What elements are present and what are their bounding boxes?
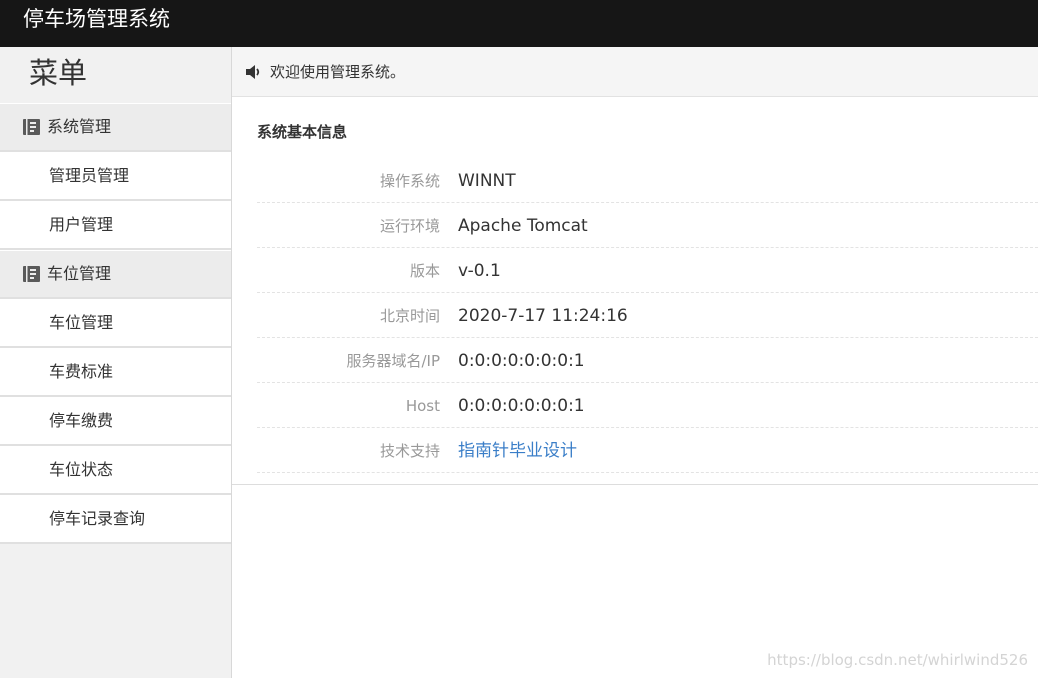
info-value: 0:0:0:0:0:0:0:1 — [458, 396, 585, 416]
book-icon — [23, 266, 40, 282]
info-row-os: 操作系统 WINNT — [257, 158, 1038, 203]
sidebar-item-label: 停车缴费 — [49, 411, 114, 430]
info-label: 技术支持 — [379, 442, 440, 460]
info-label: 服务器域名/IP — [346, 352, 440, 370]
info-value: Apache Tomcat — [458, 216, 588, 236]
watermark: https://blog.csdn.net/whirlwind526 — [767, 651, 1028, 669]
info-row-runtime: 运行环境 Apache Tomcat — [257, 203, 1038, 248]
system-info-table: 操作系统 WINNT 运行环境 Apache Tomcat 版本 v-0.1 北… — [257, 158, 1038, 473]
sidebar-group-label: 系统管理 — [47, 117, 112, 136]
sidebar-item-label: 车费标准 — [49, 362, 114, 381]
welcome-message: 欢迎使用管理系统。 — [270, 63, 406, 81]
sidebar-item-parking-payment[interactable]: 停车缴费 — [0, 397, 231, 446]
sidebar-group-label: 车位管理 — [47, 264, 112, 283]
sidebar-item-fee-standard[interactable]: 车费标准 — [0, 348, 231, 397]
sidebar-item-parking-space-management[interactable]: 车位管理 — [0, 299, 231, 348]
info-row-host: Host 0:0:0:0:0:0:0:1 — [257, 383, 1038, 428]
sidebar-item-label: 车位状态 — [49, 460, 114, 479]
welcome-bar: 欢迎使用管理系统。 — [232, 47, 1038, 97]
book-icon — [23, 119, 40, 135]
info-label: 运行环境 — [379, 217, 440, 235]
sidebar-item-parking-records[interactable]: 停车记录查询 — [0, 495, 231, 544]
sidebar: 菜单 系统管理 管理员管理 用户管理 车位管理 车位管理 车费标准 停车缴费 车… — [0, 47, 232, 678]
info-label: 操作系统 — [379, 172, 440, 190]
info-row-tech-support: 技术支持 指南针毕业设计 — [257, 428, 1038, 473]
info-value: 0:0:0:0:0:0:0:1 — [458, 351, 585, 371]
info-label: Host — [405, 397, 440, 415]
sidebar-item-label: 停车记录查询 — [49, 509, 146, 528]
top-bar: 停车场管理系统 — [0, 0, 1038, 47]
sidebar-item-label: 管理员管理 — [49, 166, 130, 185]
sidebar-item-user-management[interactable]: 用户管理 — [0, 201, 231, 250]
app-title: 停车场管理系统 — [23, 7, 170, 31]
section-title: 系统基本信息 — [257, 123, 348, 141]
info-row-server-domain-ip: 服务器域名/IP 0:0:0:0:0:0:0:1 — [257, 338, 1038, 383]
tech-support-link[interactable]: 指南针毕业设计 — [458, 439, 577, 463]
sidebar-item-admin-management[interactable]: 管理员管理 — [0, 152, 231, 201]
speaker-icon — [246, 65, 264, 79]
sidebar-item-label: 用户管理 — [49, 215, 114, 234]
menu-title: 菜单 — [29, 56, 88, 90]
info-row-version: 版本 v-0.1 — [257, 248, 1038, 293]
sidebar-group-system[interactable]: 系统管理 — [0, 103, 231, 152]
info-row-beijing-time: 北京时间 2020-7-17 11:24:16 — [257, 293, 1038, 338]
info-value: 2020-7-17 11:24:16 — [458, 306, 628, 326]
info-label: 北京时间 — [379, 307, 440, 325]
info-value: v-0.1 — [458, 261, 501, 281]
info-value: WINNT — [458, 171, 516, 191]
sidebar-menu: 系统管理 管理员管理 用户管理 车位管理 车位管理 车费标准 停车缴费 车位状态… — [0, 103, 231, 544]
sidebar-group-parking-space[interactable]: 车位管理 — [0, 250, 231, 299]
sidebar-item-space-status[interactable]: 车位状态 — [0, 446, 231, 495]
info-label: 版本 — [409, 262, 440, 280]
system-info-panel: 系统基本信息 操作系统 WINNT 运行环境 Apache Tomcat 版本 … — [232, 97, 1038, 485]
sidebar-item-label: 车位管理 — [49, 313, 114, 332]
